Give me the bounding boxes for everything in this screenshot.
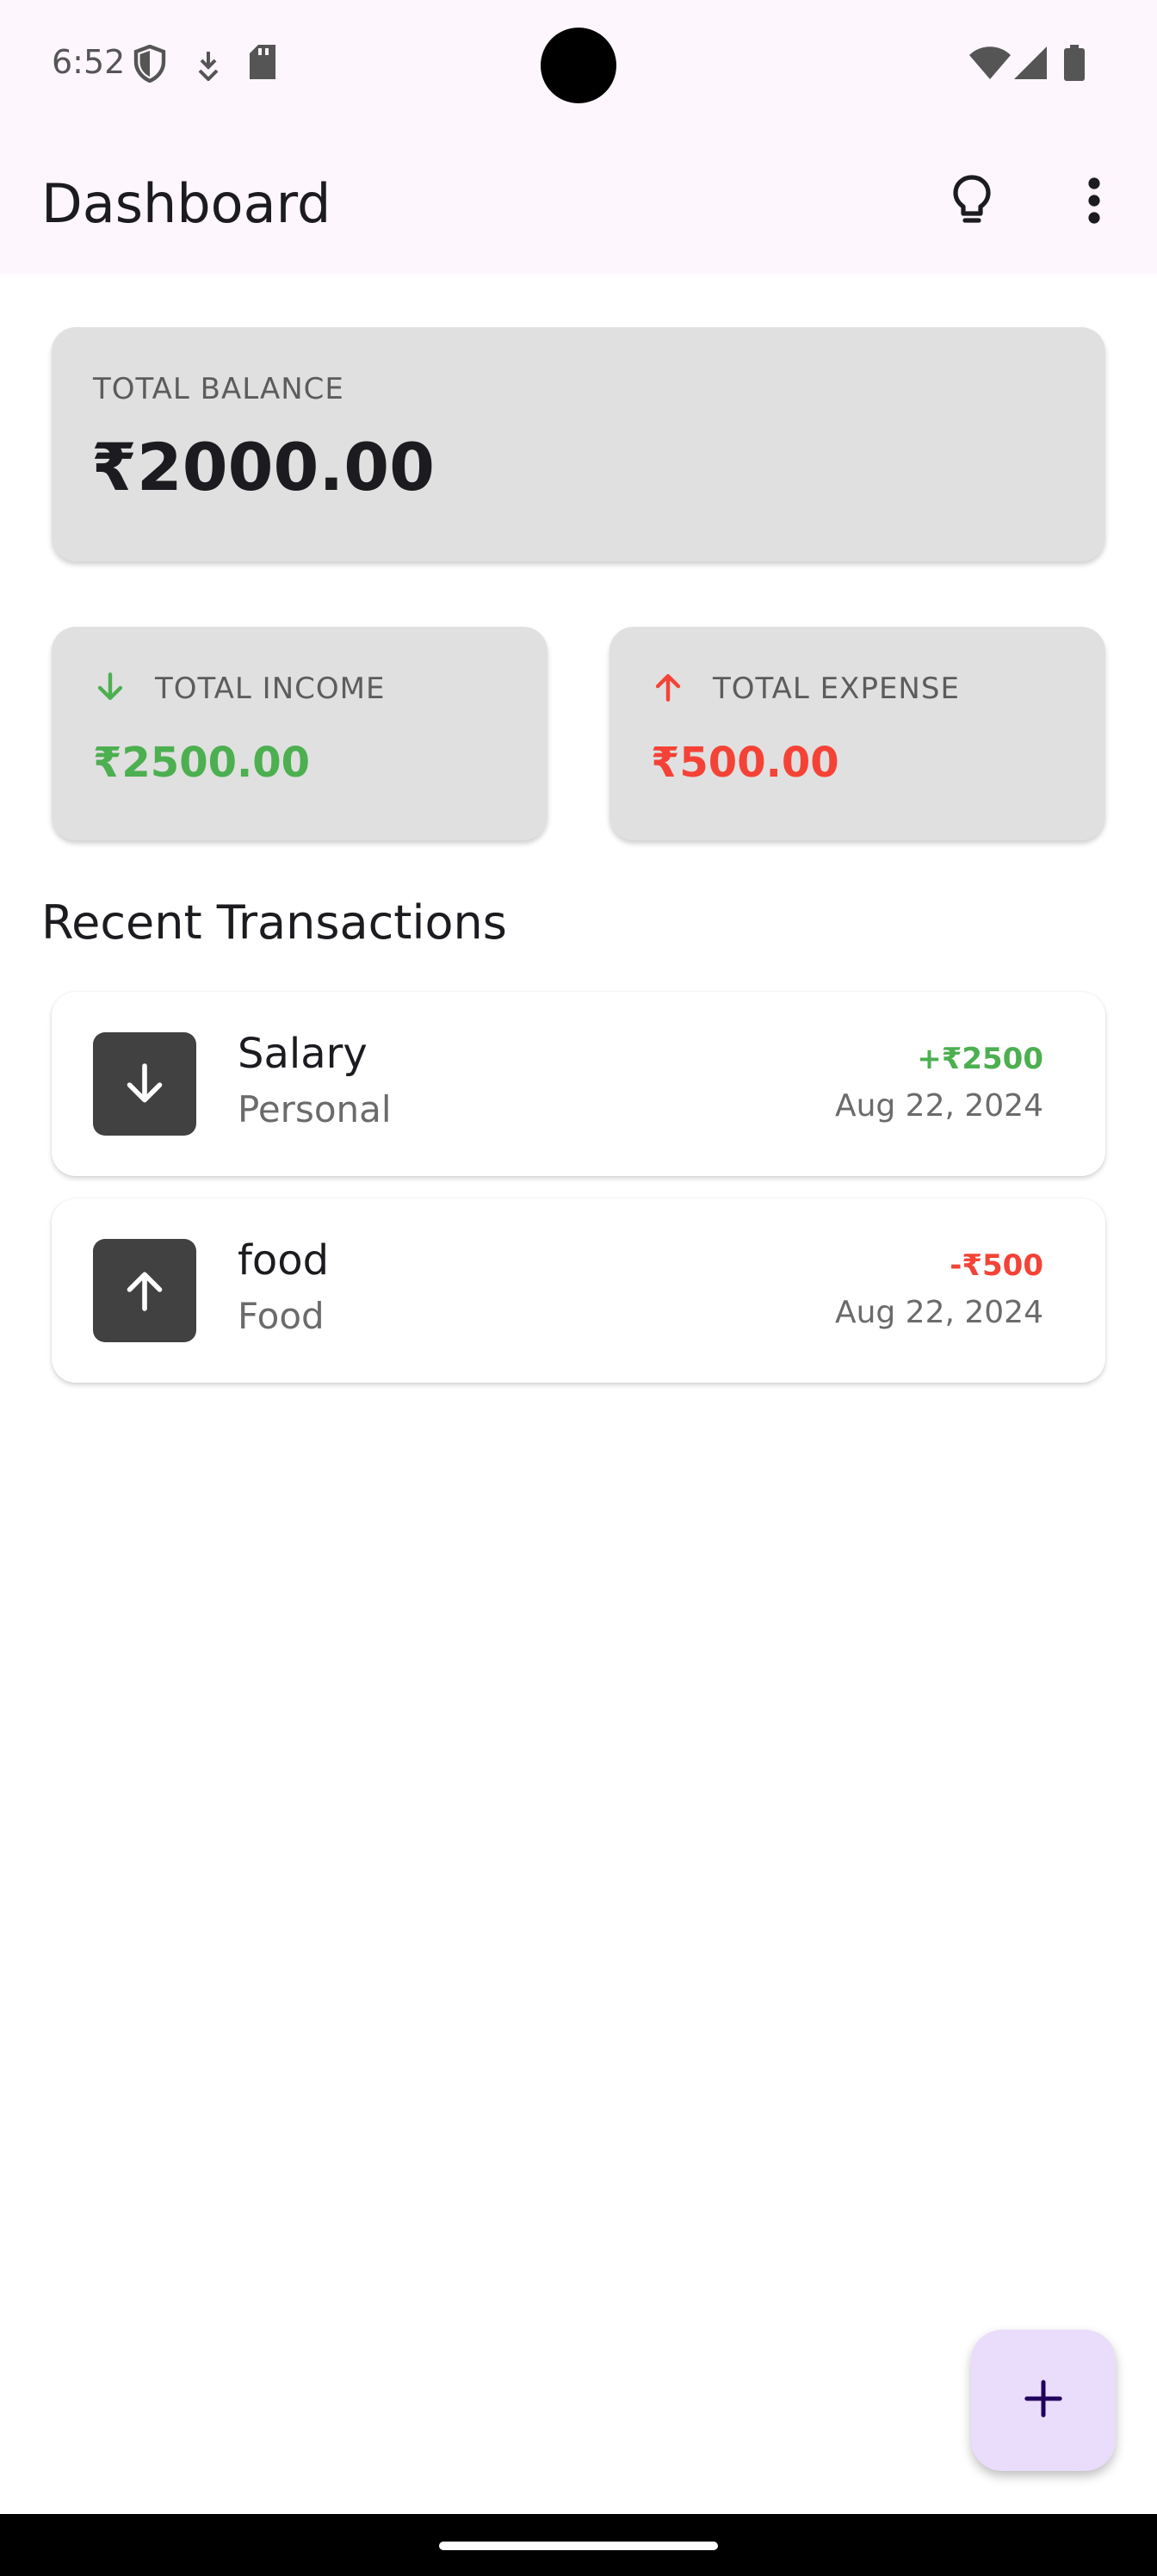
total-income-label: TOTAL INCOME <box>155 672 386 706</box>
arrow-down-icon <box>91 668 129 706</box>
arrow-down-icon <box>93 1032 196 1136</box>
status-bar: 6:52 <box>0 0 1157 129</box>
lightbulb-icon <box>951 174 993 231</box>
navigation-bar <box>0 2514 1157 2576</box>
total-income-card: TOTAL INCOME ₹2500.00 <box>52 627 548 840</box>
total-balance-label: TOTAL BALANCE <box>93 372 344 406</box>
total-expense-amount: ₹500.00 <box>651 739 839 787</box>
total-balance-amount: ₹2000.00 <box>91 429 436 505</box>
status-time: 6:52 <box>52 43 126 81</box>
transaction-date: Aug 22, 2024 <box>834 1295 1043 1330</box>
camera-cutout <box>541 28 616 103</box>
add-transaction-button[interactable] <box>971 2330 1116 2471</box>
total-balance-card: TOTAL BALANCE ₹2000.00 <box>52 327 1105 561</box>
total-income-amount: ₹2500.00 <box>93 739 311 787</box>
shield-icon <box>133 44 167 86</box>
recent-transactions-title: Recent Transactions <box>41 895 507 950</box>
home-gesture-handle[interactable] <box>439 2542 718 2550</box>
transaction-row[interactable]: Salary Personal +₹2500 Aug 22, 2024 <box>52 992 1105 1176</box>
app-bar: Dashboard <box>0 146 1157 258</box>
more-options-button[interactable] <box>1055 164 1133 241</box>
total-expense-label: TOTAL EXPENSE <box>713 672 960 706</box>
transaction-name: food <box>238 1236 330 1285</box>
lightbulb-button[interactable] <box>933 164 1011 241</box>
transaction-category: Food <box>238 1295 325 1337</box>
battery-icon <box>1064 45 1085 84</box>
wifi-icon <box>969 46 1011 83</box>
more-vert-icon <box>1088 177 1100 227</box>
transaction-row[interactable]: food Food -₹500 Aug 22, 2024 <box>52 1198 1105 1383</box>
sd-card-icon <box>248 45 277 83</box>
download-icon <box>195 50 222 84</box>
arrow-up-icon <box>93 1239 196 1342</box>
page-title: Dashboard <box>41 172 331 235</box>
transaction-category: Personal <box>238 1088 392 1130</box>
plus-icon <box>1024 2379 1063 2422</box>
transaction-amount: -₹500 <box>950 1248 1043 1283</box>
signal-icon <box>1014 46 1047 83</box>
arrow-up-icon <box>649 668 687 706</box>
transaction-amount: +₹2500 <box>917 1042 1043 1076</box>
transaction-name: Salary <box>238 1030 368 1078</box>
dashboard-screen: 6:52 Dashboard TOTAL BALANCE ₹2000.00 TO… <box>0 0 1157 2576</box>
transaction-date: Aug 22, 2024 <box>834 1088 1043 1124</box>
total-expense-card: TOTAL EXPENSE ₹500.00 <box>609 627 1105 840</box>
